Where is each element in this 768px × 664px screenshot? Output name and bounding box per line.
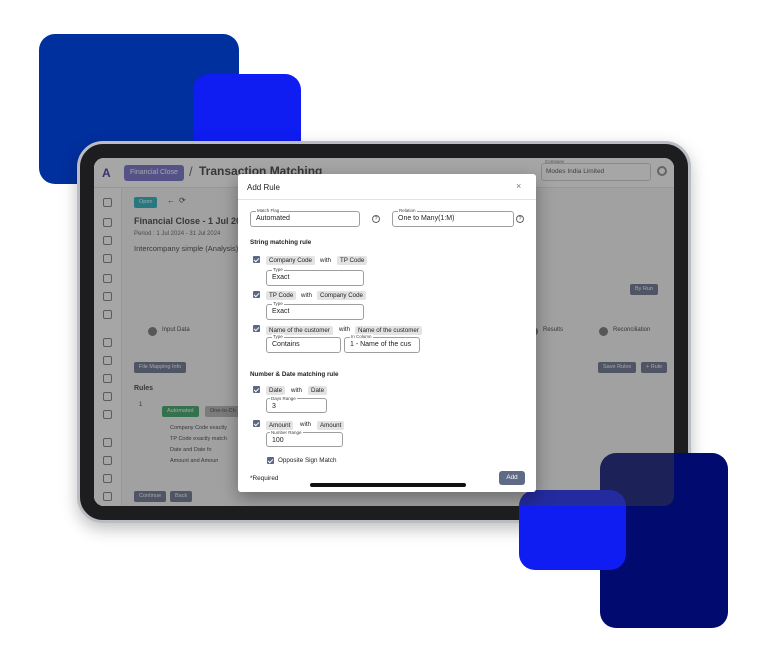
date-rule-right-column: Date bbox=[308, 386, 328, 395]
string-matching-heading: String matching rule bbox=[250, 239, 312, 246]
amount-rule-right-column: Amount bbox=[317, 421, 345, 430]
type-label: Type bbox=[272, 301, 284, 306]
type-label: Type bbox=[272, 334, 284, 339]
in-column-label: In Column bbox=[350, 334, 373, 339]
string-rule-3-in-column-select[interactable]: 1 - Name of the cus bbox=[344, 337, 420, 353]
match-flag-label: Match Flag bbox=[256, 208, 281, 213]
string-rule-2-left-column: TP Code bbox=[266, 291, 297, 300]
dialog-divider bbox=[238, 199, 536, 200]
string-rule-3-type-select[interactable]: Contains bbox=[266, 337, 341, 353]
days-range-label: Days Range bbox=[270, 396, 297, 401]
with-label: with bbox=[320, 257, 332, 264]
type-label: Type bbox=[272, 267, 284, 272]
dialog-title: Add Rule bbox=[247, 183, 280, 192]
string-rule-1-checkbox[interactable] bbox=[253, 256, 260, 263]
required-note: *Required bbox=[250, 475, 279, 482]
relation-select[interactable]: One to Many(1:M) bbox=[392, 211, 514, 227]
amount-rule-checkbox[interactable] bbox=[253, 420, 260, 427]
string-rule-2-right-column: Company Code bbox=[317, 291, 366, 300]
date-rule-checkbox[interactable] bbox=[253, 386, 260, 393]
home-indicator bbox=[310, 483, 466, 487]
string-rule-1-left-column: Company Code bbox=[266, 256, 315, 265]
close-icon[interactable]: × bbox=[516, 181, 521, 191]
string-rule-3-checkbox[interactable] bbox=[253, 325, 260, 332]
number-range-label: Number Range bbox=[270, 430, 303, 435]
string-rule-2-checkbox[interactable] bbox=[253, 291, 260, 298]
amount-rule-left-column: Amount bbox=[266, 421, 294, 430]
tablet-screen: A Financial Close / Transaction Matching… bbox=[94, 158, 674, 506]
relation-help-icon[interactable]: ? bbox=[516, 215, 524, 223]
string-rule-2-type-select[interactable]: Exact bbox=[266, 304, 364, 320]
number-date-matching-heading: Number & Date matching rule bbox=[250, 371, 339, 378]
date-rule-left-column: Date bbox=[266, 386, 286, 395]
tablet-frame: A Financial Close / Transaction Matching… bbox=[77, 141, 691, 523]
match-flag-help-icon[interactable]: ? bbox=[372, 215, 380, 223]
add-rule-dialog: Add Rule × Automated Match Flag ? One to… bbox=[238, 174, 536, 492]
with-label: with bbox=[301, 292, 313, 299]
opposite-sign-label: Opposite Sign Match bbox=[278, 457, 337, 464]
string-rule-1-right-column: TP Code bbox=[337, 256, 368, 265]
string-rule-1-type-select[interactable]: Exact bbox=[266, 270, 364, 286]
add-button[interactable]: Add bbox=[499, 471, 525, 485]
match-flag-select[interactable]: Automated bbox=[250, 211, 360, 227]
with-label: with bbox=[339, 326, 351, 333]
opposite-sign-checkbox[interactable] bbox=[267, 457, 274, 464]
with-label: with bbox=[291, 387, 303, 394]
with-label: with bbox=[300, 421, 312, 428]
relation-label: Relation bbox=[398, 208, 417, 213]
